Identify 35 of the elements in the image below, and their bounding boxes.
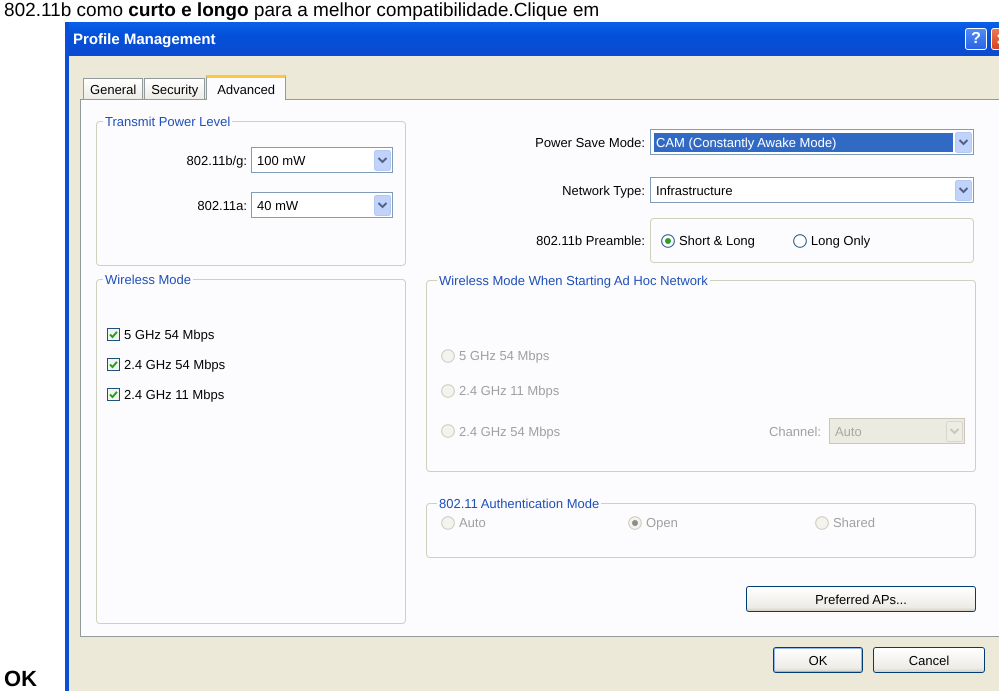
tab[interactable]: Advanced	[206, 75, 286, 100]
help-button[interactable]: ?	[965, 28, 987, 50]
radio-label: 2.4 GHz 11 Mbps	[459, 383, 560, 398]
dropdown[interactable]: Infrastructure	[650, 177, 974, 203]
ok-label: OK	[3, 667, 37, 691]
field-label: 802.11b/g:	[186, 152, 247, 168]
radio-label: Long Only	[810, 233, 870, 248]
dropdown[interactable]: 40 mW	[251, 192, 393, 218]
checkbox-label: 2.4 GHz 54 Mbps	[124, 357, 226, 372]
dropdown[interactable]: CAM (Constantly Awake Mode)	[650, 129, 974, 155]
group-title: Transmit Power Level	[104, 114, 232, 129]
radio-label: Auto	[459, 515, 486, 530]
dropdown[interactable]: 100 mW	[251, 147, 393, 173]
group-title: Wireless Mode When Starting Ad Hoc Network	[438, 273, 709, 288]
field-label: 802.11a:	[196, 198, 247, 212]
checkbox-label: 2.4 GHz 11 Mbps	[124, 387, 224, 402]
group-title: 802.11 Authentication Mode	[438, 496, 600, 511]
window-title: Profile Management	[73, 30, 217, 48]
cancel-button[interactable]: Cancel	[873, 647, 985, 673]
checkbox-label: 5 GHz 54 Mbps	[124, 327, 214, 342]
preferred-aps-button[interactable]: Preferred APs...	[746, 586, 976, 612]
radio-label: Shared	[833, 515, 875, 530]
group-title: Wireless Mode	[104, 272, 192, 287]
caption-text: 802.11b como curto e longo para a melhor compatibilidade.Clique em	[3, 0, 600, 21]
radio-label: Short & Long	[679, 233, 755, 248]
tab[interactable]: Security	[144, 78, 206, 99]
radio-label: 2.4 GHz 54 Mbps	[459, 424, 560, 438]
radio-label: 5 GHz 54 Mbps	[459, 348, 550, 363]
ok-button[interactable]: OK	[773, 647, 863, 673]
field-label: 802.11b Preamble:	[535, 233, 645, 248]
tab[interactable]: General	[83, 78, 144, 99]
field-label: Power Save Mode:	[534, 134, 645, 150]
field-label: Channel:	[768, 424, 821, 438]
radio-label: Open	[646, 515, 678, 530]
field-label: Network Type:	[561, 182, 645, 198]
